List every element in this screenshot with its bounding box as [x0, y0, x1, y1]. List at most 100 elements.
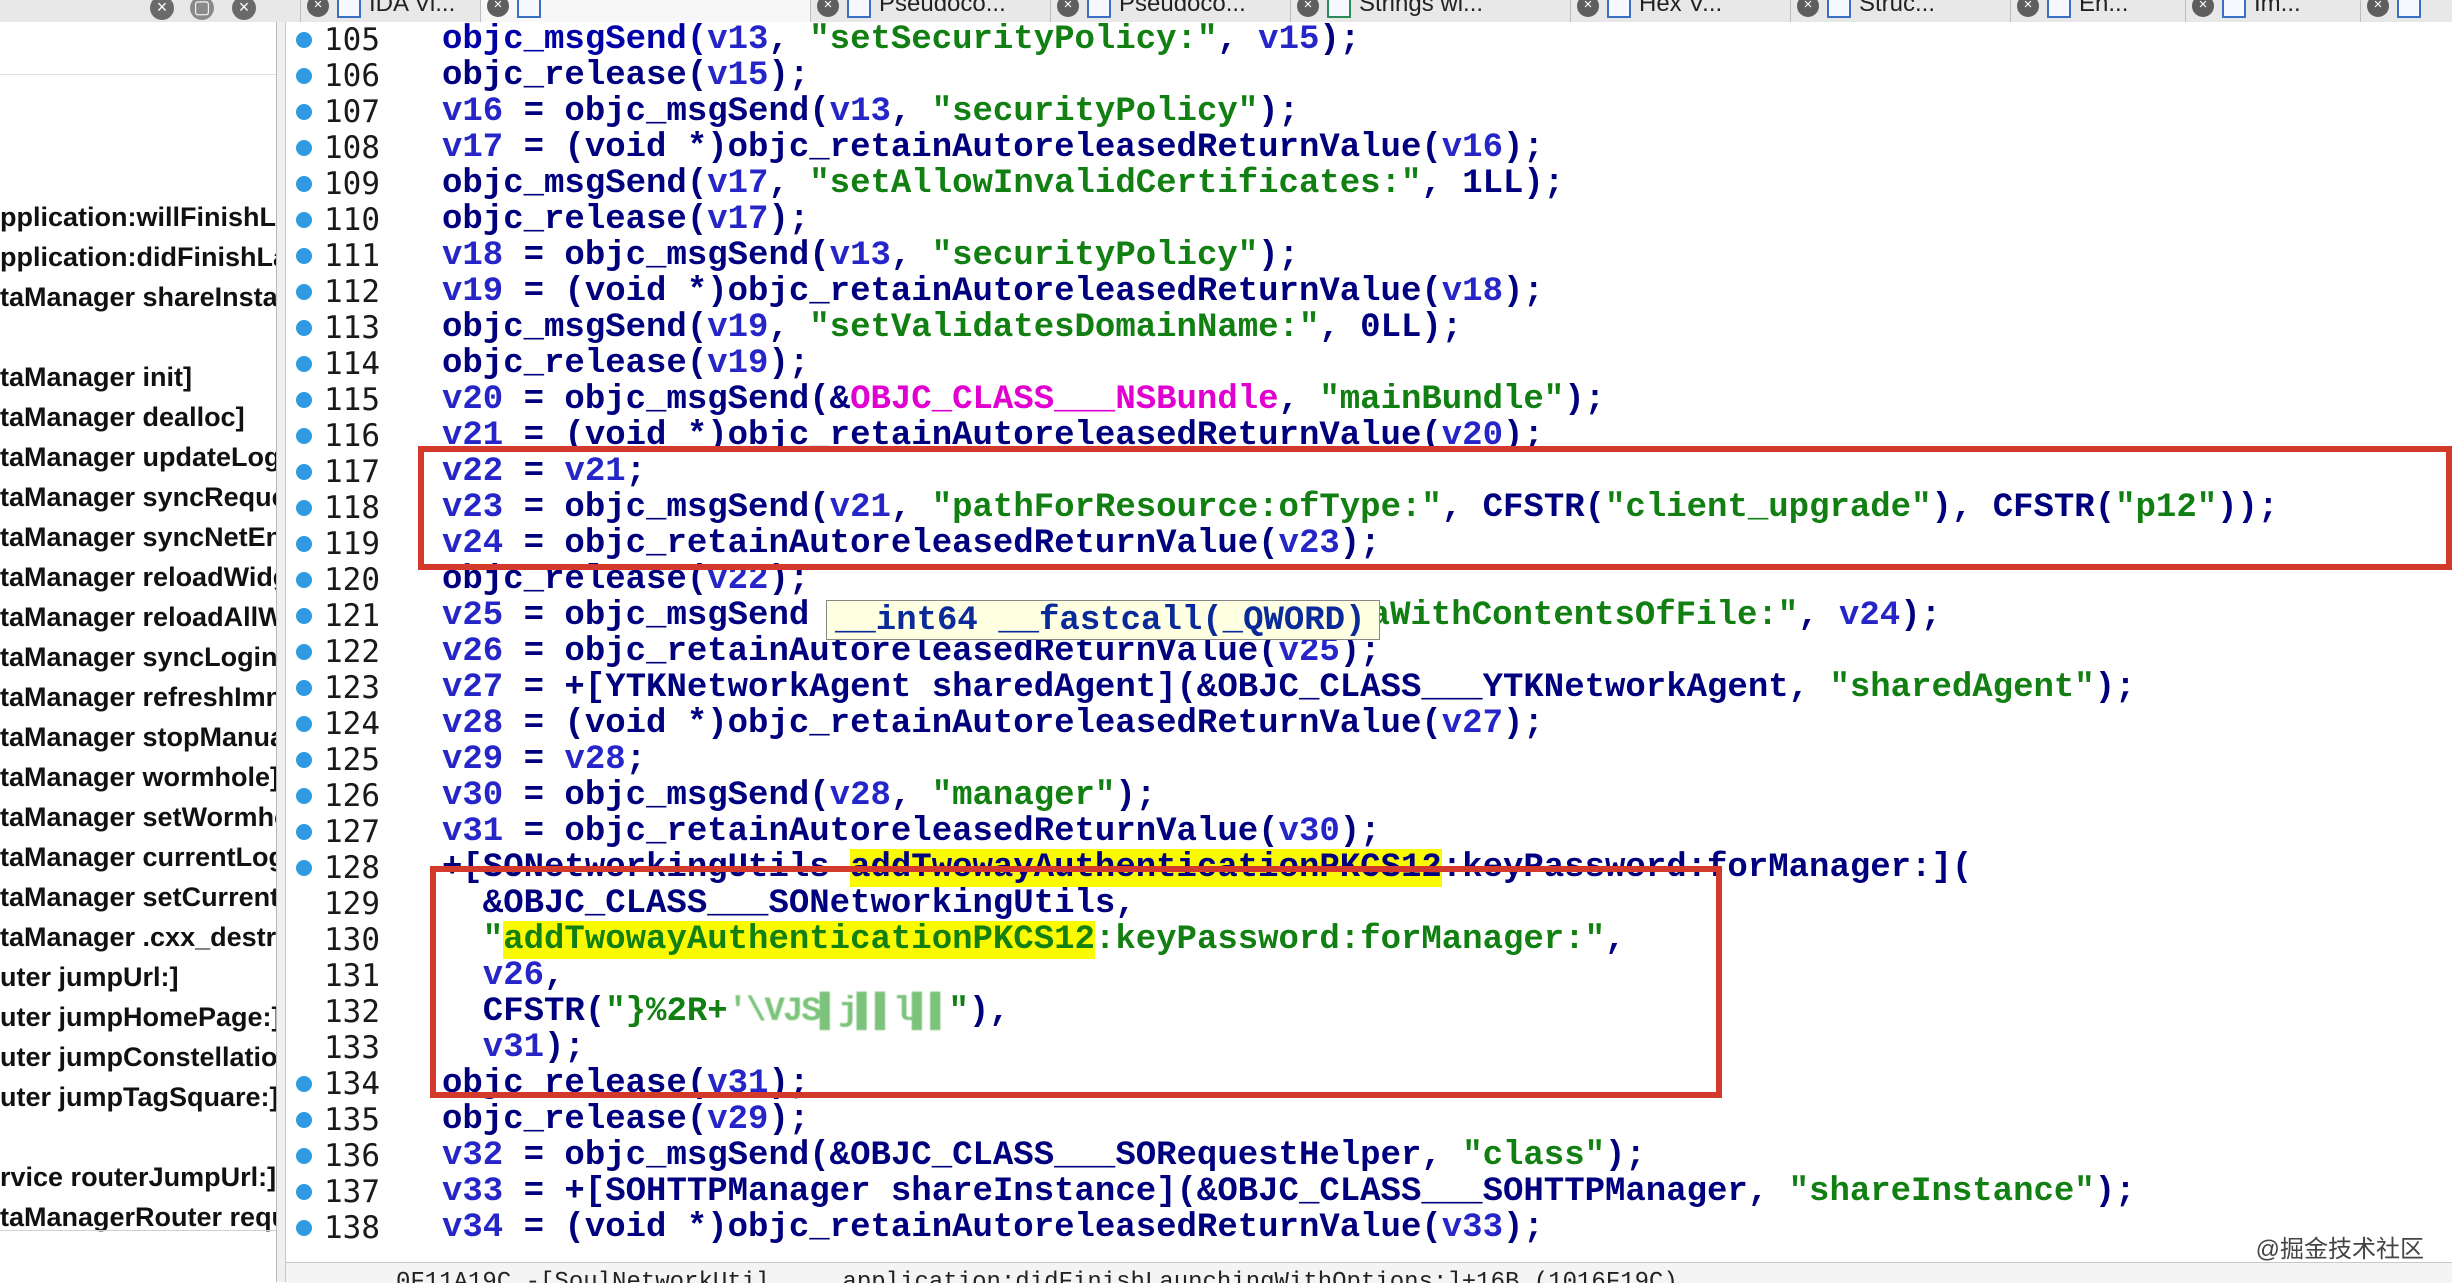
code-line[interactable]: v17 = (void *)objc_retainAutoreleasedRet… [442, 130, 1544, 166]
breakpoint-dot-icon[interactable] [296, 392, 312, 408]
breakpoint-dot-icon[interactable] [296, 1184, 312, 1200]
breakpoint-dot-icon[interactable] [296, 68, 312, 84]
function-item[interactable]: taManager dealloc] [0, 397, 245, 437]
close-tab-icon[interactable]: × [1577, 0, 1599, 17]
tab-imports[interactable]: × Im... [2185, 0, 2360, 22]
structures-icon [1827, 0, 1851, 18]
code-line[interactable]: v31 = objc_retainAutoreleasedReturnValue… [442, 814, 1381, 850]
restore-window-icon[interactable]: ▢ [190, 0, 214, 20]
breakpoint-dot-icon[interactable] [296, 1076, 312, 1092]
tab-hex-view[interactable]: × Hex V... [1570, 0, 1790, 22]
code-line[interactable]: v34 = (void *)objc_retainAutoreleasedRet… [442, 1210, 1544, 1246]
function-item[interactable]: rvice routerJumpUrl:] [0, 1157, 276, 1197]
code-line[interactable]: v19 = (void *)objc_retainAutoreleasedRet… [442, 274, 1544, 310]
breakpoint-dot-icon[interactable] [296, 464, 312, 480]
code-line[interactable]: objc_release(v15); [442, 58, 809, 94]
close-window-icon[interactable]: × [150, 0, 174, 20]
function-item[interactable]: taManager wormhole] [0, 757, 276, 797]
tab-pseudocode-a[interactable]: × Pseudoco... [810, 0, 1050, 22]
tab-enums[interactable]: × En... [2010, 0, 2185, 22]
breakpoint-dot-icon[interactable] [296, 176, 312, 192]
panel-splitter[interactable] [277, 22, 286, 1282]
breakpoint-dot-icon[interactable] [296, 536, 312, 552]
code-token: v17 [707, 165, 769, 203]
code-token: "sharedAgent" [1829, 669, 2095, 707]
breakpoint-dot-icon[interactable] [296, 644, 312, 660]
breakpoint-dot-icon[interactable] [296, 320, 312, 336]
function-item[interactable]: taManager .cxx_destr [0, 917, 276, 957]
function-item[interactable]: taManager refreshImn [0, 677, 276, 717]
function-item[interactable]: taManager currentLog [0, 837, 276, 877]
function-item[interactable]: taManager setWormho [0, 797, 276, 837]
breakpoint-dot-icon[interactable] [296, 140, 312, 156]
code-line[interactable]: v27 = +[YTKNetworkAgent sharedAgent](&OB… [442, 670, 2136, 706]
code-line[interactable]: v18 = objc_msgSend(v13, "securityPolicy"… [442, 238, 1299, 274]
code-line[interactable]: v33 = +[SOHTTPManager shareInstance](&OB… [442, 1174, 2136, 1210]
function-item[interactable]: taManager init] [0, 357, 192, 397]
close-tab-icon[interactable]: × [2192, 0, 2214, 17]
function-item[interactable]: taManager reloadAllW [0, 597, 276, 637]
tab-blank[interactable]: × [480, 0, 810, 22]
function-item[interactable]: taManager updateLog [0, 437, 276, 477]
function-item[interactable]: uter jumpTagSquare:] [0, 1077, 276, 1117]
breakpoint-dot-icon[interactable] [296, 1148, 312, 1164]
code-line[interactable]: v28 = (void *)objc_retainAutoreleasedRet… [442, 706, 1544, 742]
breakpoint-dot-icon[interactable] [296, 500, 312, 516]
function-item[interactable]: taManagerRouter requ [0, 1197, 276, 1237]
breakpoint-dot-icon[interactable] [296, 284, 312, 300]
close-panel-icon[interactable]: × [232, 0, 256, 20]
code-line[interactable]: v16 = objc_msgSend(v13, "securityPolicy"… [442, 94, 1299, 130]
close-tab-icon[interactable]: × [487, 0, 509, 17]
function-item[interactable]: uter jumpConstellatio [0, 1037, 276, 1077]
breakpoint-dot-icon[interactable] [296, 824, 312, 840]
close-tab-icon[interactable]: × [1797, 0, 1819, 17]
breakpoint-dot-icon[interactable] [296, 248, 312, 264]
code-line[interactable]: v29 = v28; [442, 742, 646, 778]
tab-ida-view[interactable]: × IDA Vi... [300, 0, 480, 22]
function-item[interactable]: taManager syncReque [0, 477, 276, 517]
code-line[interactable]: objc_release(v29); [442, 1102, 809, 1138]
tab-more[interactable]: × [2360, 0, 2452, 22]
function-item[interactable]: taManager setCurrent [0, 877, 276, 917]
breakpoint-dot-icon[interactable] [296, 788, 312, 804]
function-item[interactable]: taManager syncLoginI [0, 637, 276, 677]
function-item[interactable]: taManager syncNetEn [0, 517, 276, 557]
code-line[interactable]: v20 = objc_msgSend(&OBJC_CLASS___NSBundl… [442, 382, 1605, 418]
code-line[interactable]: objc_msgSend(v17, "setAllowInvalidCertif… [442, 166, 1564, 202]
code-line[interactable]: objc_release(v17); [442, 202, 809, 238]
close-tab-icon[interactable]: × [1057, 0, 1079, 17]
function-item[interactable]: taManager shareInsta [0, 277, 276, 317]
code-line[interactable]: objc_release(v19); [442, 346, 809, 382]
breakpoint-dot-icon[interactable] [296, 716, 312, 732]
close-tab-icon[interactable]: × [2367, 0, 2389, 17]
tab-strings[interactable]: × Strings wi... [1290, 0, 1570, 22]
code-line[interactable]: v32 = objc_msgSend(&OBJC_CLASS___SOReque… [442, 1138, 1646, 1174]
breakpoint-dot-icon[interactable] [296, 1220, 312, 1236]
function-item[interactable]: uter jumpUrl:] [0, 957, 179, 997]
function-item[interactable]: taManager reloadWidg [0, 557, 276, 597]
function-item[interactable]: uter jumpHomePage:] [0, 997, 276, 1037]
breakpoint-dot-icon[interactable] [296, 1112, 312, 1128]
close-tab-icon[interactable]: × [307, 0, 329, 17]
breakpoint-dot-icon[interactable] [296, 104, 312, 120]
breakpoint-dot-icon[interactable] [296, 680, 312, 696]
close-tab-icon[interactable]: × [2017, 0, 2039, 17]
tab-structures[interactable]: × Struc... [1790, 0, 2010, 22]
breakpoint-dot-icon[interactable] [296, 752, 312, 768]
breakpoint-dot-icon[interactable] [296, 32, 312, 48]
function-item[interactable]: pplication:didFinishLa [0, 237, 276, 277]
close-tab-icon[interactable]: × [1297, 0, 1319, 17]
breakpoint-dot-icon[interactable] [296, 572, 312, 588]
function-item[interactable]: pplication:willFinishLa [0, 197, 276, 237]
code-line[interactable]: objc_msgSend(v13, "setSecurityPolicy:", … [442, 22, 1360, 58]
close-tab-icon[interactable]: × [817, 0, 839, 17]
function-item[interactable]: taManager stopManua [0, 717, 276, 757]
breakpoint-dot-icon[interactable] [296, 356, 312, 372]
breakpoint-dot-icon[interactable] [296, 608, 312, 624]
breakpoint-dot-icon[interactable] [296, 212, 312, 228]
breakpoint-dot-icon[interactable] [296, 428, 312, 444]
code-line[interactable]: v30 = objc_msgSend(v28, "manager"); [442, 778, 1156, 814]
code-line[interactable]: objc_msgSend(v19, "setValidatesDomainNam… [442, 310, 1462, 346]
tab-pseudocode-b[interactable]: × Pseudoco... [1050, 0, 1290, 22]
breakpoint-dot-icon[interactable] [296, 860, 312, 876]
